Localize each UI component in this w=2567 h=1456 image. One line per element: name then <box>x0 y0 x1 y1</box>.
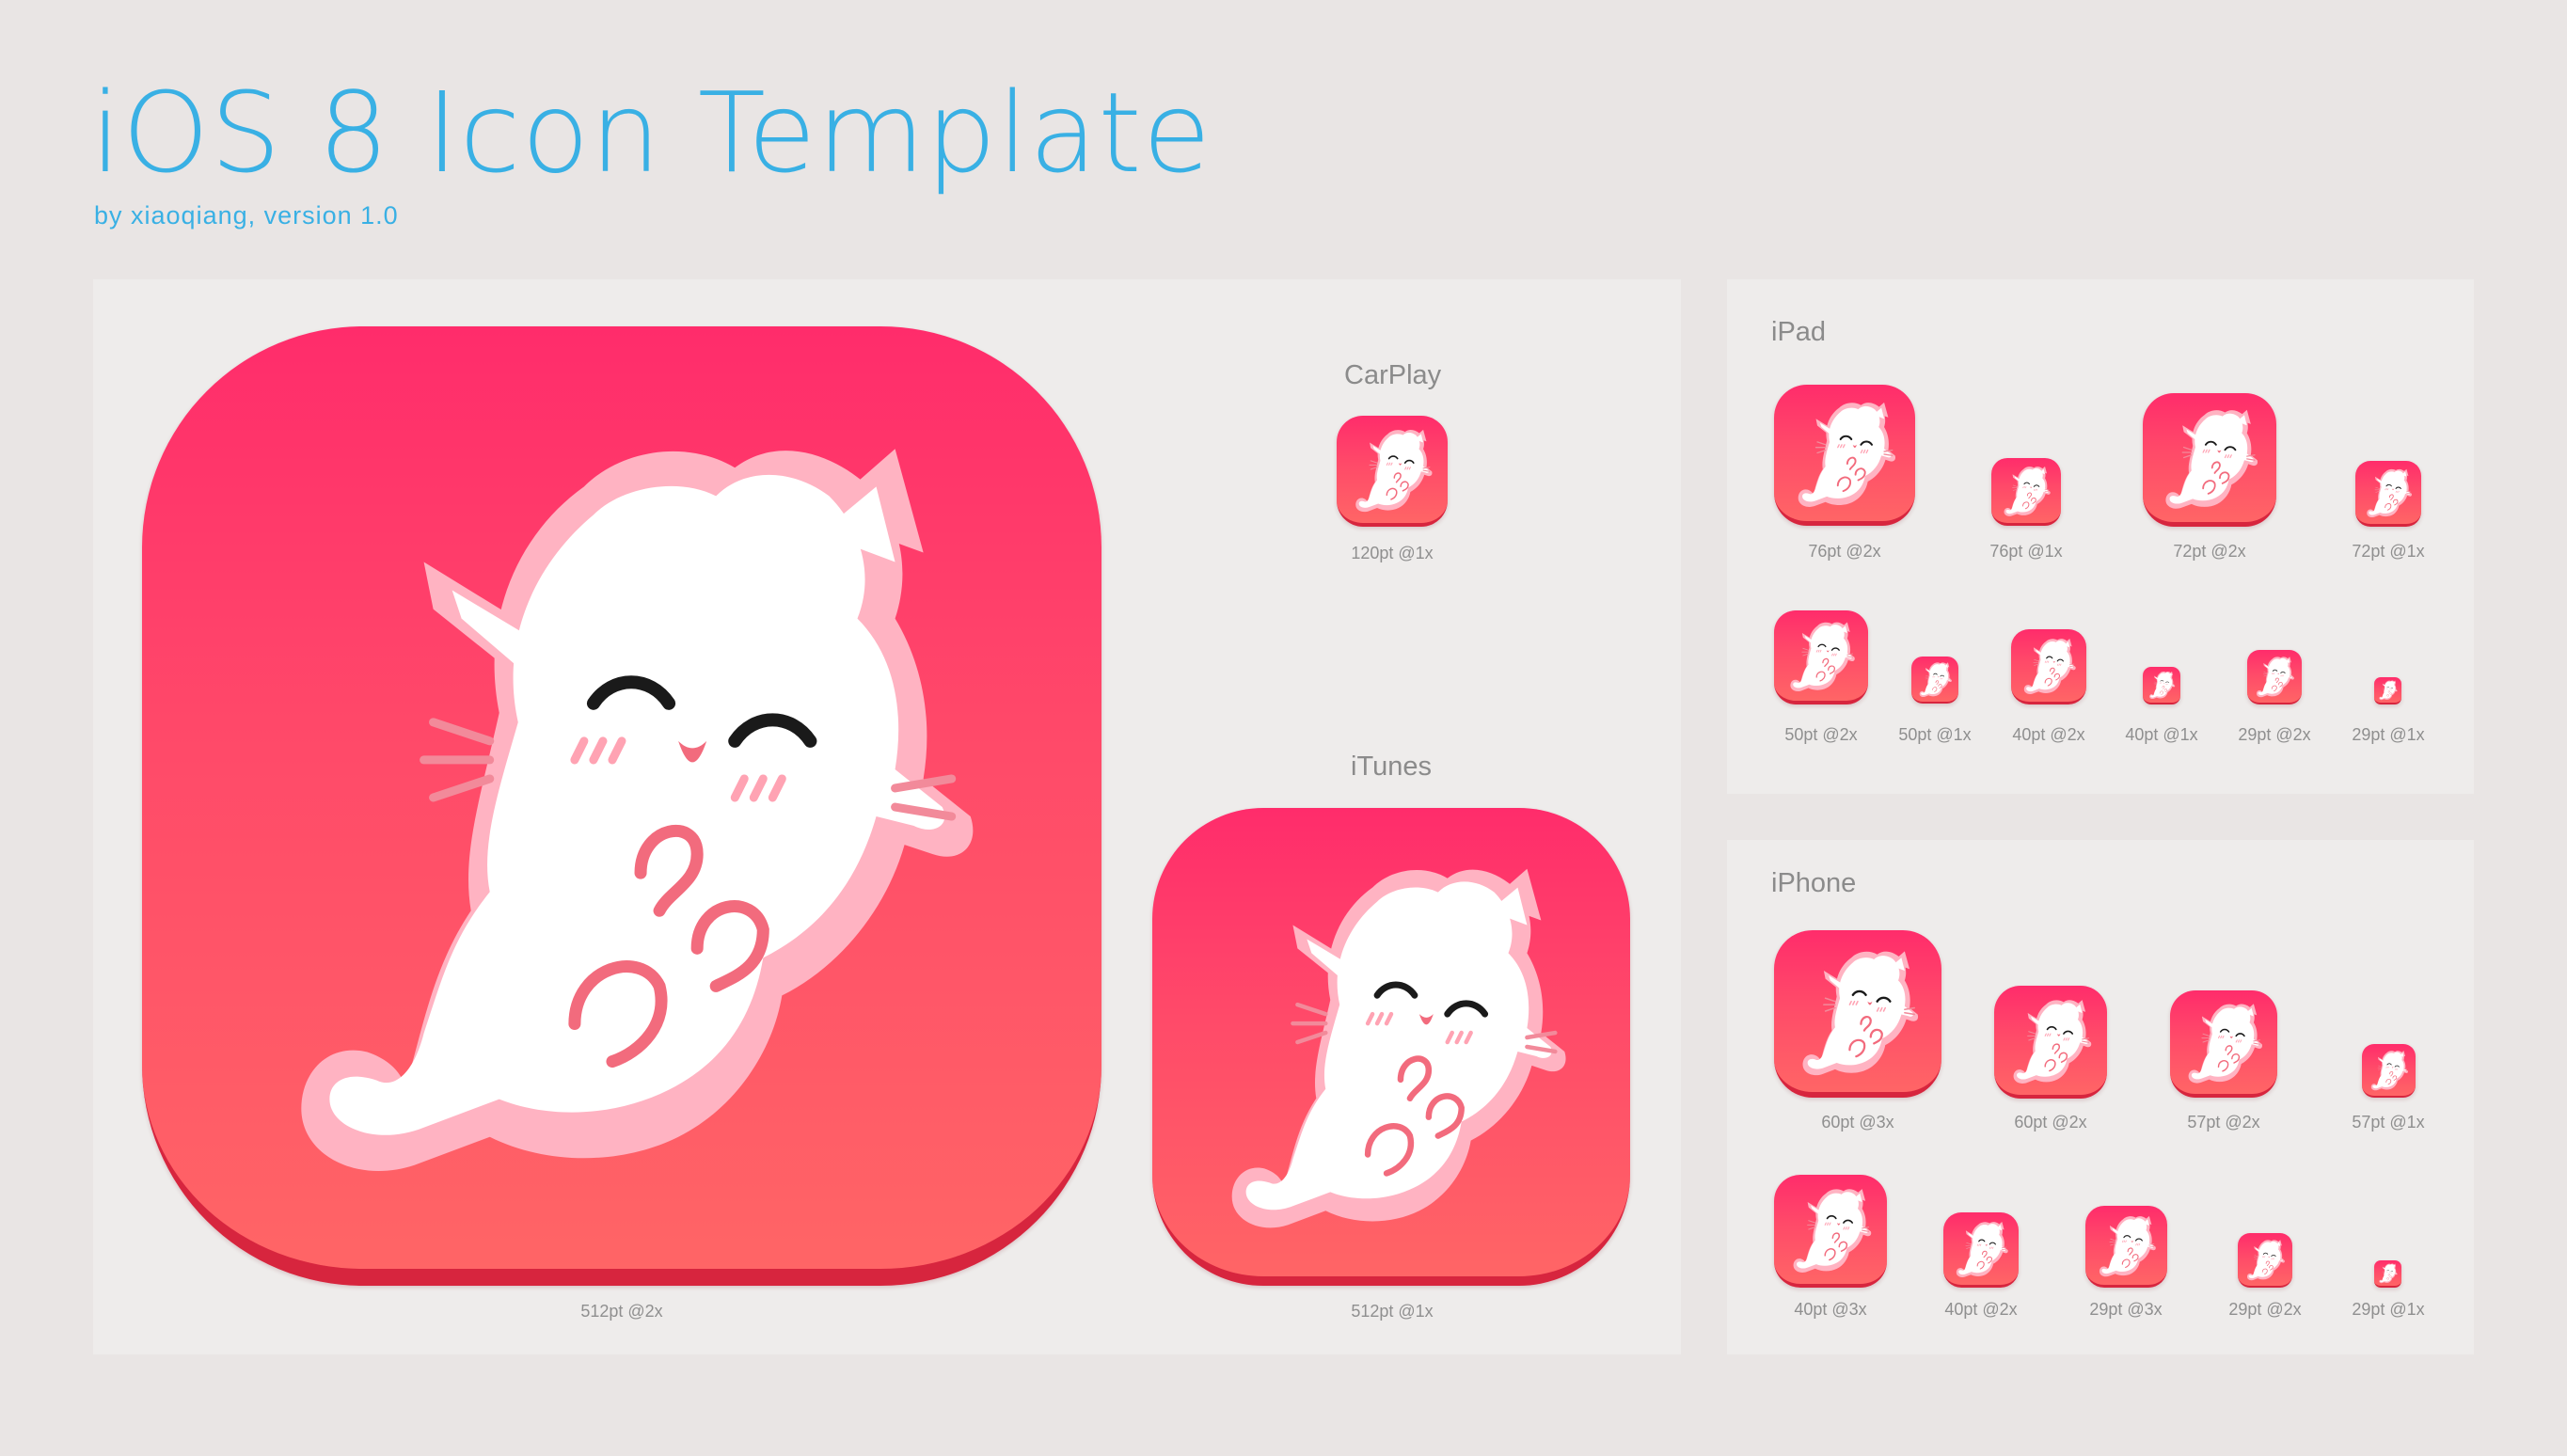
caption-iphone-29pt-1x: 29pt @1x <box>2352 1300 2425 1319</box>
caption-ipad-76pt-2x: 76pt @2x <box>1808 542 1881 561</box>
caption-iphone-60pt-3x: 60pt @3x <box>1821 1113 1894 1132</box>
cat-icon <box>1919 661 1953 698</box>
cat-icon <box>2099 1215 2157 1277</box>
app-icon-ipad-29pt-2x[interactable] <box>2247 650 2302 704</box>
cat-icon <box>2012 999 2093 1084</box>
app-icon-iphone-29pt-2x[interactable] <box>2238 1233 2292 1288</box>
caption-itunes: 512pt @1x <box>1351 1302 1434 1321</box>
caption-iphone-40pt-3x: 40pt @3x <box>1794 1300 1867 1319</box>
cat-icon <box>2246 1239 2286 1281</box>
caption-iphone-57pt-1x: 57pt @1x <box>2352 1113 2425 1132</box>
cat-icon <box>2004 466 2052 517</box>
app-icon-iphone-40pt-3x[interactable] <box>1774 1175 1887 1288</box>
cat-icon <box>2379 680 2398 701</box>
app-icon-ipad-40pt-2x[interactable] <box>2011 629 2086 704</box>
cat-icon <box>142 326 1101 1269</box>
cat-icon <box>2164 408 2259 510</box>
app-icon-ipad-29pt-1x[interactable] <box>2374 677 2401 704</box>
app-icon-ipad-50pt-2x[interactable] <box>1774 610 1868 704</box>
app-icon-iphone-57pt-2x[interactable] <box>2170 990 2277 1098</box>
main-panel: 512pt @2x CarPlay 120pt @1x iTunes 512pt… <box>93 279 1681 1354</box>
caption-iphone-57pt-2x: 57pt @2x <box>2187 1113 2260 1132</box>
caption-ipad-50pt-1x: 50pt @1x <box>1898 725 1972 744</box>
page-subtitle: by xiaoqiang, version 1.0 <box>94 201 399 229</box>
cat-icon <box>2256 656 2295 698</box>
app-icon-iphone-29pt-1x[interactable] <box>2374 1260 2401 1288</box>
caption-ipad-40pt-1x: 40pt @1x <box>2125 725 2198 744</box>
caption-ipad-40pt-2x: 40pt @2x <box>2012 725 2085 744</box>
app-icon-512pt-2x[interactable] <box>142 326 1101 1286</box>
caption-ipad-29pt-1x: 29pt @1x <box>2352 725 2425 744</box>
cat-icon <box>1801 950 1920 1077</box>
app-icon-iphone-57pt-1x[interactable] <box>2362 1044 2416 1098</box>
app-icon-ipad-72pt-1x[interactable] <box>2355 461 2421 527</box>
iphone-heading: iPhone <box>1771 868 1857 898</box>
page-title: iOS 8 Icon Template <box>90 68 1212 198</box>
app-icon-carplay-120pt[interactable] <box>1337 416 1448 527</box>
caption-iphone-29pt-2x: 29pt @2x <box>2228 1300 2302 1319</box>
cat-icon <box>2023 638 2077 695</box>
cat-icon <box>1792 1188 1873 1274</box>
cat-icon <box>1355 429 1434 513</box>
app-icon-ipad-76pt-2x[interactable] <box>1774 385 1915 526</box>
cat-icon <box>1152 808 1630 1276</box>
cat-icon <box>1797 401 1897 508</box>
iphone-panel: iPhone 60pt @3x 60pt @2x 57pt @2x 57pt @… <box>1727 840 2474 1354</box>
caption-iphone-60pt-2x: 60pt @2x <box>2014 1113 2087 1132</box>
itunes-heading: iTunes <box>1351 752 1432 782</box>
app-icon-iphone-60pt-2x[interactable] <box>1994 986 2107 1099</box>
app-icon-ipad-40pt-1x[interactable] <box>2143 667 2180 704</box>
cat-icon <box>2187 1003 2263 1084</box>
app-icon-iphone-40pt-2x[interactable] <box>1943 1212 2019 1288</box>
caption-ipad-50pt-2x: 50pt @2x <box>1784 725 1858 744</box>
cat-icon <box>1956 1221 2009 1278</box>
ipad-heading: iPad <box>1771 317 1827 347</box>
caption-ipad-72pt-2x: 72pt @2x <box>2173 542 2246 561</box>
caption-512pt-2x: 512pt @2x <box>580 1302 663 1321</box>
carplay-heading: CarPlay <box>1344 360 1442 390</box>
cat-icon <box>1789 621 1856 692</box>
cat-icon <box>2366 468 2413 518</box>
cat-icon <box>2370 1050 2409 1091</box>
app-icon-itunes-512pt-1x[interactable] <box>1152 808 1630 1286</box>
caption-iphone-40pt-2x: 40pt @2x <box>1944 1300 2018 1319</box>
app-icon-ipad-50pt-1x[interactable] <box>1911 657 1958 704</box>
cat-icon <box>2379 1263 2398 1284</box>
caption-ipad-29pt-2x: 29pt @2x <box>2238 725 2311 744</box>
app-icon-ipad-72pt-2x[interactable] <box>2143 393 2276 527</box>
ipad-panel: iPad 76pt @2x 76pt @1x 72pt @2x 72pt @1x… <box>1727 279 2474 794</box>
caption-ipad-72pt-1x: 72pt @1x <box>2352 542 2425 561</box>
caption-carplay: 120pt @1x <box>1351 544 1434 562</box>
app-icon-iphone-29pt-3x[interactable] <box>2085 1206 2167 1288</box>
caption-iphone-29pt-3x: 29pt @3x <box>2089 1300 2163 1319</box>
caption-ipad-76pt-1x: 76pt @1x <box>1989 542 2063 561</box>
app-icon-ipad-76pt-1x[interactable] <box>1991 458 2061 526</box>
cat-icon <box>2148 671 2176 700</box>
app-icon-iphone-60pt-3x[interactable] <box>1774 930 1941 1098</box>
